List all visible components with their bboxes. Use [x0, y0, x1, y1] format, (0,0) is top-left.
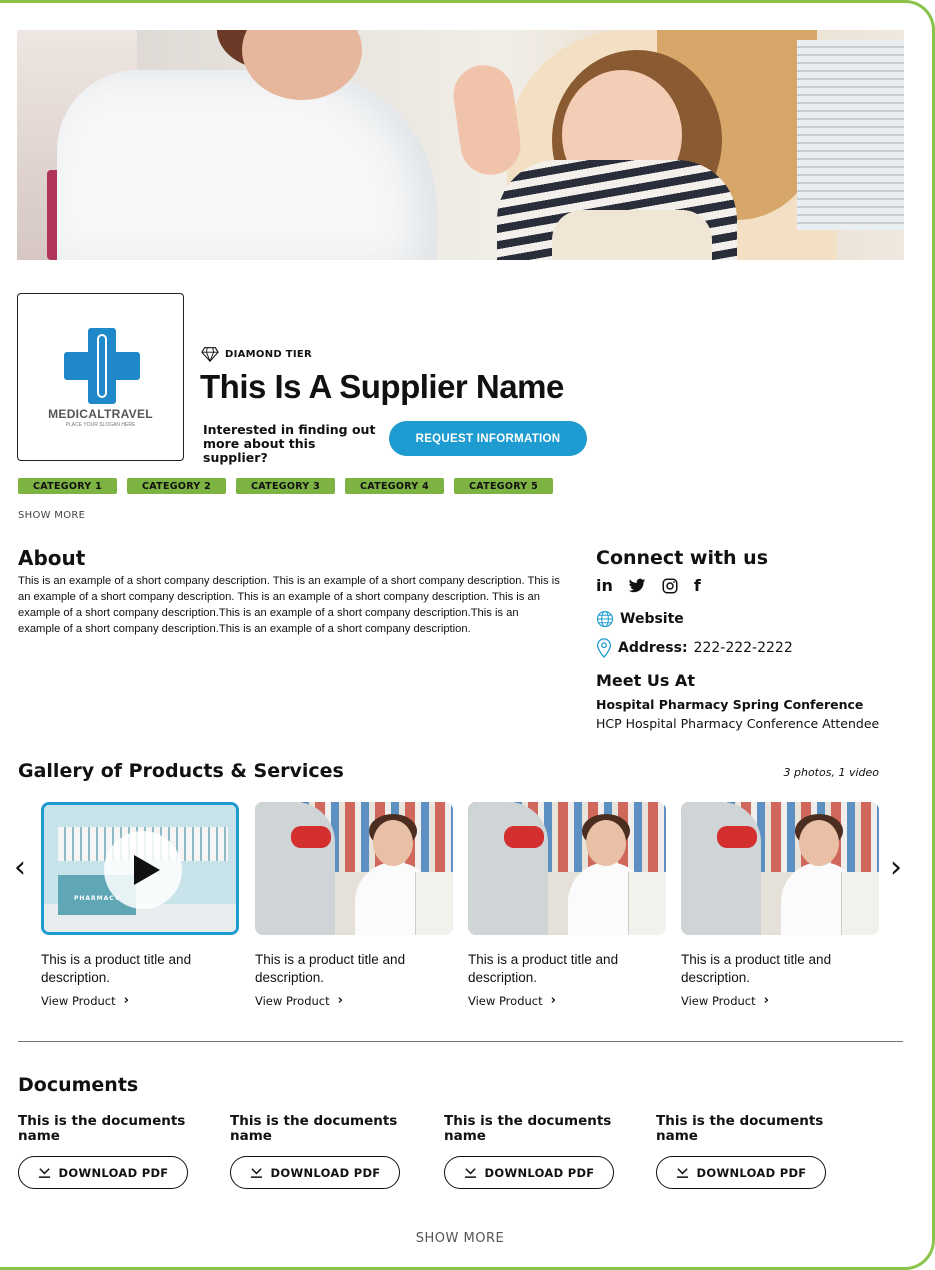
category-tag[interactable]: CATEGORY 2: [127, 478, 226, 494]
video-thumbnail[interactable]: PHARMACY: [41, 802, 239, 935]
document-name: This is the documents name: [656, 1113, 824, 1144]
website-label: Website: [620, 611, 684, 627]
hero-girl-dress: [552, 210, 712, 260]
hero-window-blinds: [797, 40, 904, 230]
twitter-icon[interactable]: [628, 577, 646, 595]
supplier-logo: MEDICALTRAVEL PLACE YOUR SLOGAN HERE: [17, 293, 184, 461]
download-pdf-button[interactable]: DOWNLOAD PDF: [656, 1156, 826, 1189]
product-title: This is a product title and description.: [468, 952, 619, 985]
view-product-link[interactable]: View Product ›: [255, 993, 453, 1008]
documents-title: Documents: [18, 1074, 139, 1096]
about-title: About: [18, 546, 86, 570]
hero-image: [17, 30, 904, 260]
linkedin-icon[interactable]: in: [596, 577, 613, 595]
document-item: This is the documents name DOWNLOAD PDF: [230, 1114, 420, 1189]
hero-doctor-coat: [57, 70, 437, 260]
chevron-right-icon: ›: [550, 993, 556, 1008]
view-product-label: View Product: [255, 993, 330, 1008]
download-icon: [250, 1168, 262, 1178]
view-product-label: View Product: [41, 993, 116, 1008]
section-divider: [18, 1041, 903, 1042]
location-pin-icon: [596, 638, 612, 658]
address: Address: 222-222-2222: [596, 638, 793, 658]
document-name: This is the documents name: [18, 1113, 186, 1144]
download-pdf-button[interactable]: DOWNLOAD PDF: [444, 1156, 614, 1189]
social-links: in f: [596, 577, 701, 595]
view-product-link[interactable]: View Product ›: [468, 993, 666, 1008]
gallery-item[interactable]: This is a product title and description.…: [255, 802, 453, 1008]
gallery-prev-arrow-icon[interactable]: ‹: [14, 853, 26, 883]
address-label: Address:: [618, 640, 688, 656]
category-tags: CATEGORY 1 CATEGORY 2 CATEGORY 3 CATEGOR…: [18, 478, 553, 494]
facebook-icon[interactable]: f: [694, 577, 701, 595]
tier-label: DIAMOND TIER: [225, 348, 313, 360]
medical-cross-icon: [64, 328, 140, 404]
view-product-label: View Product: [681, 993, 756, 1008]
document-item: This is the documents name DOWNLOAD PDF: [444, 1114, 634, 1189]
gallery-count: 3 photos, 1 video: [783, 766, 880, 779]
conference-role: HCP Hospital Pharmacy Conference Attende…: [596, 716, 880, 731]
diamond-icon: [201, 347, 219, 363]
download-icon: [464, 1168, 476, 1178]
photo-thumbnail[interactable]: [255, 802, 453, 935]
document-item: This is the documents name DOWNLOAD PDF: [18, 1114, 208, 1189]
show-more-link[interactable]: SHOW MORE: [0, 1231, 920, 1246]
interest-text: Interested in finding out more about thi…: [203, 422, 376, 465]
gallery-item[interactable]: This is a product title and description.…: [681, 802, 879, 1008]
gallery-item[interactable]: PHARMACY This is a product title and des…: [41, 802, 239, 1008]
gallery-item[interactable]: This is a product title and description.…: [468, 802, 666, 1008]
hero-high-five-hands: [449, 61, 525, 179]
play-icon[interactable]: [104, 831, 182, 909]
gallery-next-arrow-icon[interactable]: ›: [890, 853, 902, 883]
category-tag[interactable]: CATEGORY 4: [345, 478, 444, 494]
conference-name: Hospital Pharmacy Spring Conference: [596, 697, 864, 712]
website-link[interactable]: Website: [596, 610, 684, 628]
download-icon: [38, 1168, 50, 1178]
globe-icon: [596, 610, 614, 628]
download-pdf-label: DOWNLOAD PDF: [58, 1165, 169, 1180]
download-pdf-button[interactable]: DOWNLOAD PDF: [230, 1156, 400, 1189]
download-pdf-label: DOWNLOAD PDF: [484, 1165, 595, 1180]
gallery-title: Gallery of Products & Services: [18, 760, 344, 782]
meet-us-title: Meet Us At: [596, 671, 695, 690]
supplier-name: This Is A Supplier Name: [200, 368, 564, 405]
category-tag[interactable]: CATEGORY 5: [454, 478, 553, 494]
instagram-icon[interactable]: [661, 577, 679, 595]
view-product-link[interactable]: View Product ›: [41, 993, 239, 1008]
product-title: This is a product title and description.: [41, 952, 192, 985]
product-title: This is a product title and description.: [681, 952, 832, 985]
connect-title: Connect with us: [596, 547, 769, 569]
view-product-link[interactable]: View Product ›: [681, 993, 879, 1008]
chevron-right-icon: ›: [337, 993, 343, 1008]
document-name: This is the documents name: [230, 1113, 398, 1144]
chevron-right-icon: ›: [763, 993, 769, 1008]
download-pdf-label: DOWNLOAD PDF: [270, 1165, 381, 1180]
view-product-label: View Product: [468, 993, 543, 1008]
photo-thumbnail[interactable]: [681, 802, 879, 935]
photo-thumbnail[interactable]: [468, 802, 666, 935]
logo-name: MEDICALTRAVEL: [48, 407, 153, 421]
about-text: This is an example of a short company de…: [18, 575, 560, 635]
download-pdf-label: DOWNLOAD PDF: [696, 1165, 807, 1180]
product-title: This is a product title and description.: [255, 952, 406, 985]
tier-badge: DIAMOND TIER: [201, 345, 312, 363]
download-icon: [676, 1168, 688, 1178]
category-tag[interactable]: CATEGORY 3: [236, 478, 335, 494]
document-name: This is the documents name: [444, 1113, 612, 1144]
document-item: This is the documents name DOWNLOAD PDF: [656, 1114, 846, 1189]
chevron-right-icon: ›: [123, 993, 129, 1008]
request-information-button[interactable]: REQUEST INFORMATION: [389, 421, 587, 456]
download-pdf-button[interactable]: DOWNLOAD PDF: [18, 1156, 188, 1189]
category-tag[interactable]: CATEGORY 1: [18, 478, 117, 494]
address-value: 222-222-2222: [693, 640, 793, 656]
logo-slogan: PLACE YOUR SLOGAN HERE: [65, 422, 136, 428]
categories-show-more-link[interactable]: SHOW MORE: [18, 510, 85, 521]
